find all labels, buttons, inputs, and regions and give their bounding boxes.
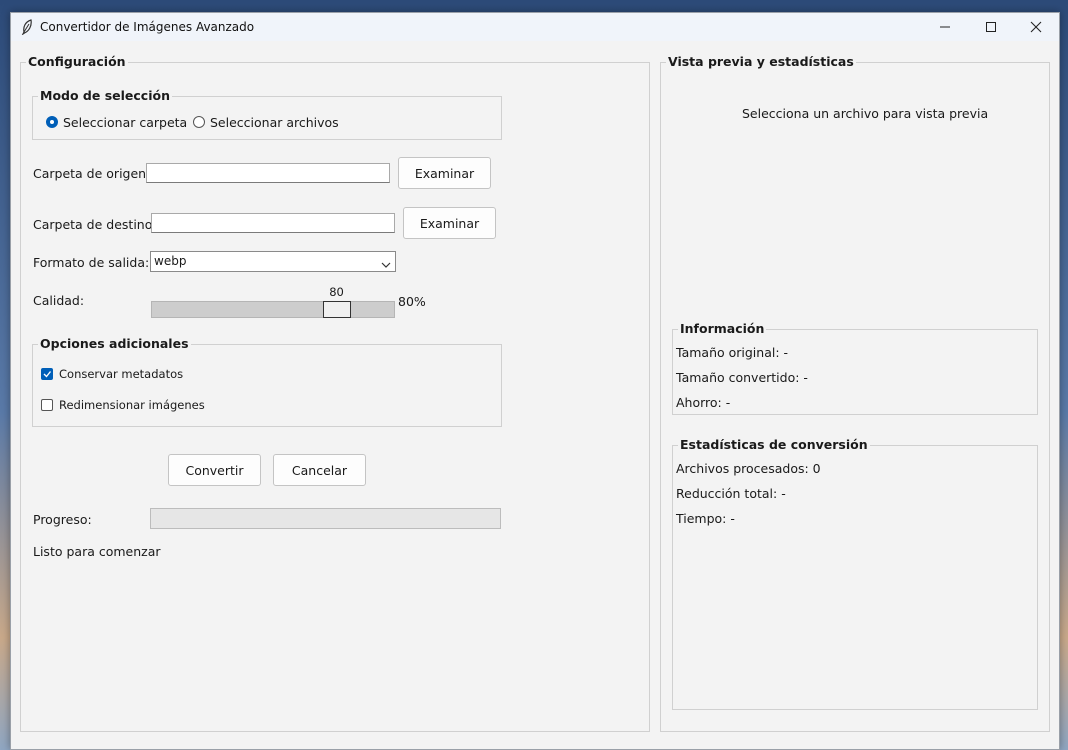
format-select-value: webp [154, 254, 187, 268]
extra-options-frame [32, 344, 502, 427]
origin-label: Carpeta de origen: [33, 166, 151, 181]
extra-options-title: Opciones adicionales [38, 336, 191, 351]
maximize-button[interactable] [968, 13, 1014, 41]
browse-dest-button[interactable]: Examinar [403, 207, 496, 239]
origin-folder-input[interactable] [146, 163, 390, 183]
stats-total-reduction: Reducción total: - [676, 486, 786, 501]
convert-button[interactable]: Convertir [168, 454, 261, 486]
feather-icon [20, 19, 34, 36]
radio-select-files[interactable] [193, 116, 205, 128]
resize-images-label[interactable]: Redimensionar imágenes [59, 398, 205, 412]
mode-frame-title: Modo de selección [38, 88, 172, 103]
app-window: Convertidor de Imágenes Avanzado Configu… [10, 12, 1060, 750]
quality-label: Calidad: [33, 293, 85, 308]
maximize-icon [986, 22, 996, 32]
preview-placeholder: Selecciona un archivo para vista previa [742, 106, 989, 121]
quality-value-label: 80 [329, 285, 344, 299]
quality-slider-thumb[interactable] [323, 301, 352, 318]
format-select[interactable]: webp [150, 251, 396, 272]
minimize-icon [940, 26, 950, 28]
dest-label: Carpeta de destino: [33, 217, 157, 232]
status-text: Listo para comenzar [33, 544, 161, 559]
keep-metadata-label[interactable]: Conservar metadatos [59, 367, 183, 381]
progress-bar [150, 508, 501, 529]
window-title: Convertidor de Imágenes Avanzado [40, 20, 255, 34]
config-frame-title: Configuración [26, 54, 128, 69]
radio-select-folder-label[interactable]: Seleccionar carpeta [63, 115, 187, 130]
minimize-button[interactable] [922, 13, 968, 41]
close-button[interactable] [1013, 13, 1059, 41]
close-icon [1030, 21, 1042, 33]
resize-images-checkbox[interactable] [41, 399, 53, 411]
stats-frame [672, 445, 1038, 710]
stats-files-processed: Archivos procesados: 0 [676, 461, 821, 476]
title-bar: Convertidor de Imágenes Avanzado [11, 13, 1059, 41]
progress-label: Progreso: [33, 512, 92, 527]
keep-metadata-checkbox[interactable] [41, 368, 53, 380]
browse-origin-button[interactable]: Examinar [398, 157, 491, 189]
format-label: Formato de salida: [33, 255, 150, 270]
info-frame-title: Información [678, 321, 767, 336]
info-converted-size: Tamaño convertido: - [676, 370, 808, 385]
info-original-size: Tamaño original: - [676, 345, 789, 360]
radio-select-files-label[interactable]: Seleccionar archivos [210, 115, 339, 130]
quality-slider[interactable] [151, 301, 395, 318]
stats-frame-title: Estadísticas de conversión [678, 437, 870, 452]
quality-percent: 80% [398, 294, 426, 309]
stats-time: Tiempo: - [676, 511, 735, 526]
chevron-down-icon [381, 257, 391, 272]
info-savings: Ahorro: - [676, 395, 731, 410]
cancel-button[interactable]: Cancelar [273, 454, 366, 486]
dest-folder-input[interactable] [151, 213, 395, 233]
check-icon [43, 371, 52, 378]
radio-select-folder[interactable] [46, 116, 58, 128]
preview-frame-title: Vista previa y estadísticas [666, 54, 856, 69]
